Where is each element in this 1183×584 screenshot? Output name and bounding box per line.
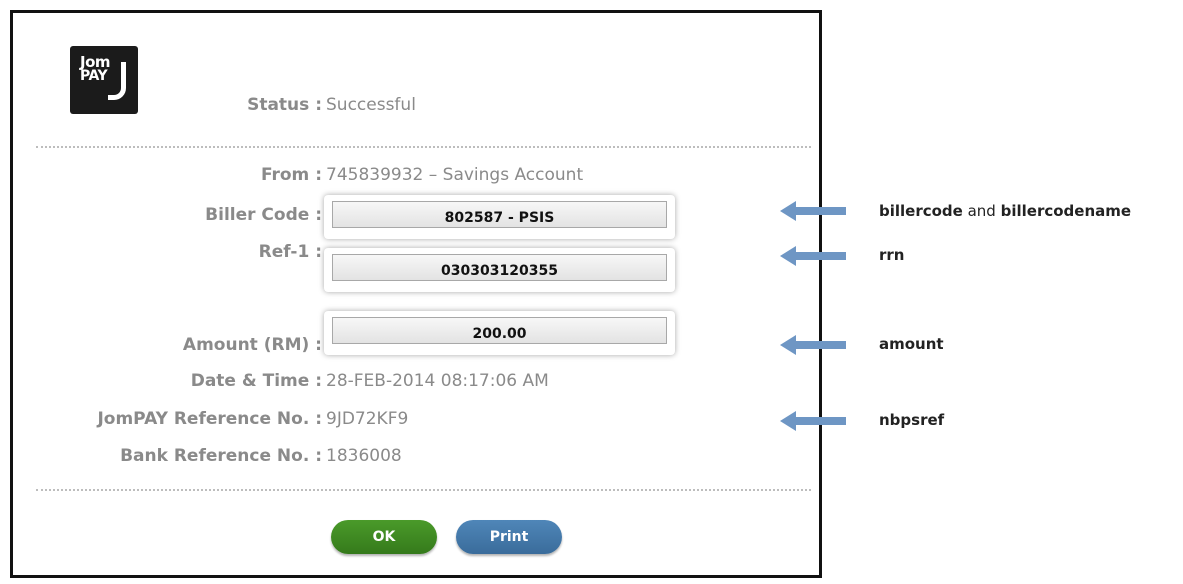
biller-code-highlight: 802587 - PSIS [324,195,675,239]
arrow-left-icon [780,246,846,266]
annotation-rrn-text: rrn [879,246,905,264]
jompay-ref-value: 9JD72KF9 [326,409,409,429]
logo-j-mark [108,62,126,100]
logo-text-pay: PAY [80,68,108,84]
annotation-billercode: billercode [879,202,963,220]
annotation-biller: billercode and billercodename [879,202,1131,220]
status-label: Status : [247,95,322,115]
ref1-value: 030303120355 [332,254,667,281]
ref1-label: Ref-1 : [258,242,322,262]
datetime-value: 28-FEB-2014 08:17:06 AM [326,371,549,391]
arrow-left-icon [780,411,846,431]
amount-label: Amount (RM) : [182,335,322,355]
amount-highlight: 200.00 [324,311,675,355]
annotation-rrn: rrn [879,246,904,264]
ok-button[interactable]: OK [331,520,437,554]
jompay-ref-label: JomPAY Reference No. : [97,409,322,429]
annotation-amount-text: amount [879,335,944,353]
status-value: Successful [326,95,416,115]
annotation-and: and [962,202,1001,220]
annotation-amount: amount [879,335,944,353]
arrow-left-icon [780,201,846,221]
from-label: From : [260,165,322,185]
jompay-logo: Jom PAY [70,46,138,114]
annotation-nbpsref: nbpsref [879,411,944,429]
annotation-nbpsref-text: nbpsref [879,411,945,429]
from-value: 745839932 – Savings Account [326,165,584,185]
ref1-highlight: 030303120355 [324,248,675,292]
arrow-left-icon [780,335,846,355]
amount-value: 200.00 [332,317,667,344]
annotation-billercodename: billercodename [1000,202,1132,220]
divider-top [36,146,811,148]
biller-code-label: Biller Code : [205,205,322,225]
divider-bottom [36,489,811,491]
biller-code-value: 802587 - PSIS [332,201,667,228]
print-button[interactable]: Print [456,520,562,554]
transaction-receipt-dialog: Jom PAY Status : Successful From : 74583… [10,10,822,578]
bank-ref-value: 1836008 [326,446,402,466]
bank-ref-label: Bank Reference No. : [120,446,322,466]
datetime-label: Date & Time : [190,371,322,391]
